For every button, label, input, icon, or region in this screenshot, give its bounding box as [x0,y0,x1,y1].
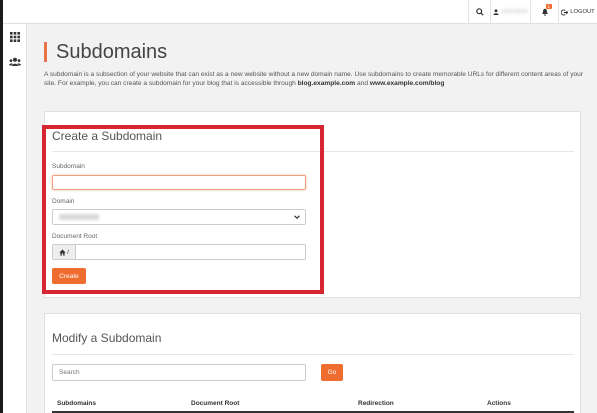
modify-subdomain-panel: Modify a Subdomain Go Subdomains Documen… [44,313,581,413]
go-button[interactable]: Go [321,364,343,381]
page-description: A subdomain is a subsection of your webs… [44,70,584,88]
user-menu[interactable]: username [490,0,530,24]
logout-button[interactable]: LOGOUT [558,0,597,24]
column-header-actions: Actions [487,400,511,407]
users-icon [9,57,21,66]
column-header-document-root[interactable]: Document Root [191,400,239,407]
user-icon [493,9,499,15]
intro-example-1: blog.example.com [297,80,356,87]
bell-icon [541,8,548,16]
username: username [501,9,528,15]
sidebar-item-users[interactable] [6,53,24,71]
notification-badge: 1 [546,4,552,9]
top-bar: username 1 LOGOUT [0,0,597,24]
sidebar [3,24,27,413]
notifications-button[interactable]: 1 [530,0,558,24]
search-icon [475,8,484,16]
sidebar-item-tools[interactable] [6,28,24,46]
logout-label: LOGOUT [570,9,595,15]
page-title-wrap: Subdomains [44,42,167,62]
search-button[interactable] [468,0,490,24]
modify-subdomain-title: Modify a Subdomain [52,331,162,345]
logout-icon [561,9,569,15]
search-input[interactable] [52,364,306,381]
grid-icon [10,32,20,42]
highlight-box [42,125,324,294]
column-header-subdomains[interactable]: Subdomains [57,400,96,407]
intro-and: and [355,80,370,87]
page-title: Subdomains [56,41,168,63]
intro-example-2: www.example.com/blog [369,80,445,87]
column-header-redirection[interactable]: Redirection [358,400,394,407]
panel-divider [52,354,574,355]
